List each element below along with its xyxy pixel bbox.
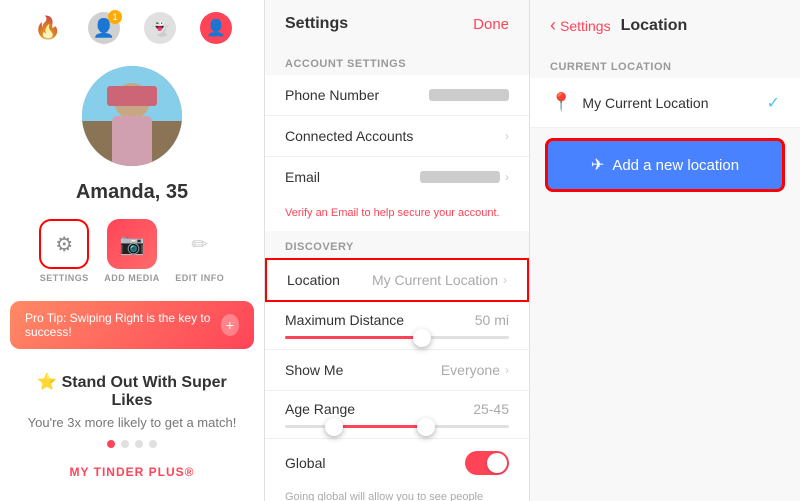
profile-panel: 🔥 👤 1 👻 👤 Amanda, 35 ⚙ SETTINGS — [0, 0, 265, 501]
gear-icon: ⚙ — [55, 232, 73, 257]
current-location-name: My Current Location — [582, 95, 708, 111]
top-nav-icons: 🔥 👤 1 👻 👤 — [0, 0, 264, 56]
settings-label: SETTINGS — [40, 273, 89, 283]
location-chevron-icon: › — [503, 273, 507, 287]
global-row[interactable]: Global — [265, 439, 529, 487]
email-verify-text: Verify an Email to help secure your acco… — [285, 207, 500, 219]
connected-accounts-row[interactable]: Connected Accounts › — [265, 116, 529, 157]
global-toggle[interactable] — [465, 451, 509, 475]
phone-label: Phone Number — [285, 87, 379, 103]
tinder-flame-button[interactable]: 🔥 — [30, 10, 66, 46]
age-range-label: Age Range — [285, 401, 355, 417]
dot-3 — [135, 440, 143, 448]
global-label: Global — [285, 455, 325, 471]
max-distance-label: Maximum Distance — [285, 312, 404, 328]
add-media-action-button[interactable]: 📷 ADD MEDIA — [104, 219, 160, 283]
back-button[interactable]: ‹ Settings — [550, 15, 611, 36]
global-description: Going global will allow you to see peopl… — [265, 487, 529, 501]
camera-icon: 📷 — [120, 232, 145, 257]
superlikes-section: ⭐ Stand Out With Super Likes You're 3x m… — [0, 357, 264, 496]
location-title: Location — [621, 17, 688, 35]
settings-title: Settings — [285, 15, 348, 33]
add-location-button[interactable]: ✈ Add a new location — [545, 138, 785, 192]
location-panel: ‹ Settings Location CURRENT LOCATION 📍 M… — [530, 0, 800, 501]
ghost-button[interactable]: 👻 — [142, 10, 178, 46]
settings-icon-box: ⚙ — [39, 219, 89, 269]
edit-icon-box: ✏ — [175, 219, 225, 269]
phone-number-row[interactable]: Phone Number — [265, 75, 529, 116]
pencil-icon: ✏ — [191, 232, 208, 257]
show-me-row[interactable]: Show Me Everyone › — [265, 350, 529, 391]
connected-label: Connected Accounts — [285, 128, 413, 144]
pro-tip-banner[interactable]: Pro Tip: Swiping Right is the key to suc… — [10, 301, 254, 349]
age-slider-track[interactable] — [285, 425, 509, 428]
age-slider-fill — [330, 425, 431, 428]
profile-action-buttons: ⚙ SETTINGS 📷 ADD MEDIA ✏ EDIT INFO — [39, 219, 225, 283]
show-me-chevron-icon: › — [505, 363, 509, 377]
back-arrow-icon: ‹ — [550, 15, 556, 36]
edit-info-action-button[interactable]: ✏ EDIT INFO — [175, 219, 225, 283]
dot-2 — [121, 440, 129, 448]
pagination-dots — [15, 440, 249, 448]
age-slider-right-thumb[interactable] — [417, 418, 435, 436]
avatar — [82, 66, 182, 166]
tinder-plus-button[interactable]: MY TINDER PLUS® — [70, 465, 195, 479]
superlikes-subtitle: You're 3x more likely to get a match! — [15, 415, 249, 430]
settings-panel: Settings Done ACCOUNT SETTINGS Phone Num… — [265, 0, 530, 501]
checkmark-icon: ✓ — [767, 93, 780, 113]
location-name-group: 📍 My Current Location — [550, 92, 708, 113]
settings-action-button[interactable]: ⚙ SETTINGS — [39, 219, 89, 283]
dot-4 — [149, 440, 157, 448]
distance-slider-track[interactable] — [285, 336, 509, 339]
age-range-row: Age Range 25-45 — [265, 391, 529, 439]
superlikes-title: ⭐ Stand Out With Super Likes — [15, 372, 249, 410]
media-icon-box: 📷 — [107, 219, 157, 269]
pro-tip-text: Pro Tip: Swiping Right is the key to suc… — [25, 311, 221, 339]
global-desc-text: Going global will allow you to see peopl… — [285, 491, 483, 501]
toggle-knob — [487, 453, 507, 473]
email-chevron-icon: › — [505, 170, 509, 184]
notification-button[interactable]: 👤 1 — [86, 10, 122, 46]
location-row[interactable]: Location My Current Location › — [265, 258, 529, 302]
max-distance-row: Maximum Distance 50 mi — [265, 302, 529, 350]
phone-blurred — [429, 89, 509, 101]
current-location-section-label: CURRENT LOCATION — [530, 51, 800, 78]
show-me-value: Everyone › — [441, 362, 509, 378]
email-row[interactable]: Email › — [265, 157, 529, 197]
back-label: Settings — [560, 18, 611, 34]
notification-badge: 1 — [108, 10, 122, 24]
location-pin-icon: 📍 — [550, 92, 572, 113]
discovery-section-label: DISCOVERY — [265, 231, 529, 258]
show-me-label: Show Me — [285, 362, 343, 378]
dot-1 — [107, 440, 115, 448]
plane-icon: ✈ — [591, 155, 604, 175]
location-label: Location — [287, 272, 340, 288]
star-icon: ⭐ — [37, 374, 57, 391]
add-location-label: Add a new location — [612, 157, 739, 174]
pro-tip-plus-button[interactable]: + — [221, 314, 239, 336]
location-header: ‹ Settings Location — [530, 0, 800, 51]
flame-icon: 🔥 — [34, 15, 61, 41]
age-slider-left-thumb[interactable] — [325, 418, 343, 436]
email-value: › — [420, 170, 509, 184]
distance-slider-thumb[interactable] — [413, 329, 431, 347]
email-verify-section: Verify an Email to help secure your acco… — [265, 197, 529, 231]
profile-nav-button[interactable]: 👤 — [198, 10, 234, 46]
settings-header: Settings Done — [265, 0, 529, 48]
max-distance-value: 50 mi — [475, 312, 509, 328]
done-button[interactable]: Done — [473, 16, 509, 33]
location-value: My Current Location › — [372, 272, 507, 288]
chevron-icon: › — [505, 129, 509, 143]
age-range-value: 25-45 — [473, 401, 509, 417]
current-location-row[interactable]: 📍 My Current Location ✓ — [530, 78, 800, 128]
add-media-label: ADD MEDIA — [104, 273, 160, 283]
account-section-label: ACCOUNT SETTINGS — [265, 48, 529, 75]
email-blurred — [420, 171, 500, 183]
profile-name: Amanda, 35 — [76, 181, 188, 204]
edit-info-label: EDIT INFO — [175, 273, 224, 283]
distance-slider-fill — [285, 336, 419, 339]
email-label: Email — [285, 169, 320, 185]
phone-value — [429, 89, 509, 101]
